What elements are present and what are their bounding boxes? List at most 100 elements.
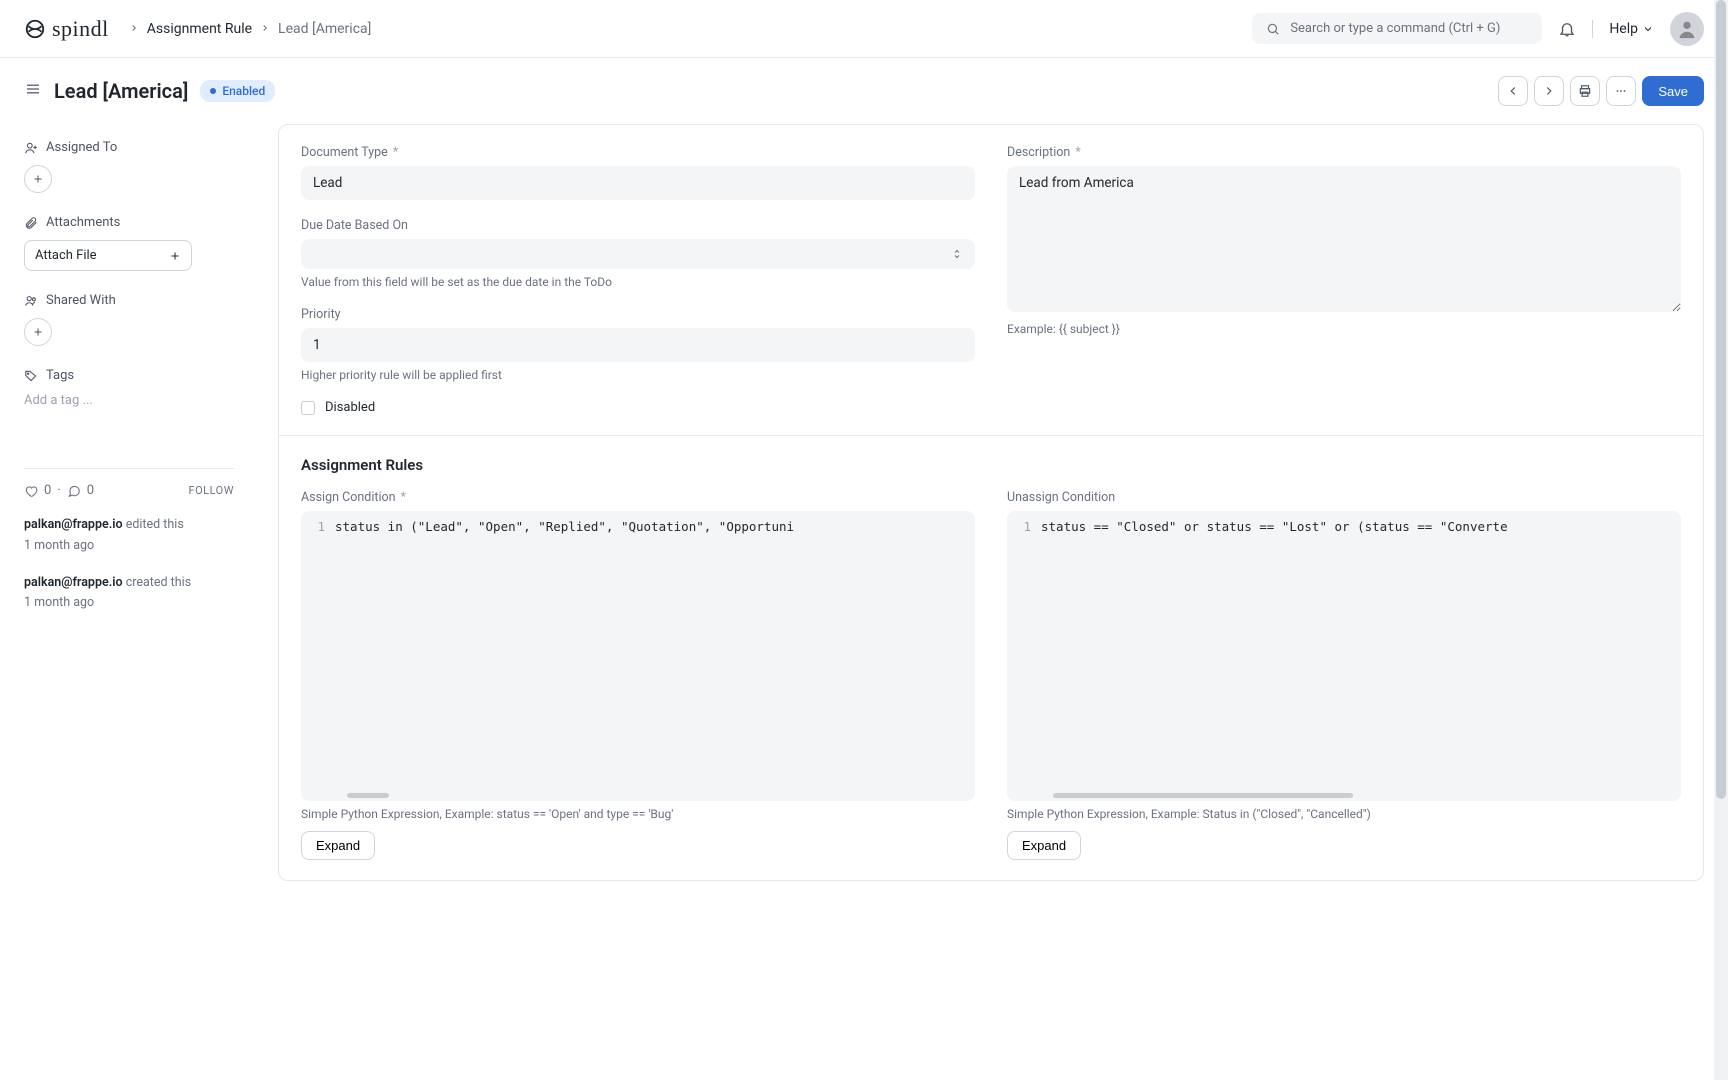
add-tag-input[interactable]: Add a tag ...: [24, 393, 234, 408]
tags-title: Tags: [24, 368, 234, 383]
engagement-row: 0 · 0 FOLLOW: [24, 468, 234, 498]
tags-label: Tags: [46, 368, 74, 383]
scrollbar-thumb[interactable]: [1053, 793, 1353, 798]
bell-icon: [1558, 20, 1576, 38]
code-content: status == "Closed" or status == "Lost" o…: [1041, 519, 1508, 534]
logo-icon: [24, 18, 46, 40]
form-section-rules: Assignment Rules Assign Condition * 1 st…: [279, 435, 1703, 880]
timeline-time: 1 month ago: [24, 537, 234, 556]
attachments-section: Attachments Attach File: [24, 215, 234, 271]
breadcrumb-parent[interactable]: Assignment Rule: [147, 21, 252, 37]
timeline-time: 1 month ago: [24, 594, 234, 613]
separator-dot: ·: [57, 483, 60, 498]
prev-button[interactable]: [1498, 76, 1528, 106]
scrollbar-horizontal[interactable]: [1015, 793, 1673, 798]
attach-file-label: Attach File: [35, 248, 97, 263]
search-placeholder: Search or type a command (Ctrl + G): [1290, 21, 1500, 36]
document-type-input[interactable]: [301, 166, 975, 200]
avatar[interactable]: [1670, 12, 1704, 46]
more-button[interactable]: [1606, 76, 1636, 106]
attachments-title: Attachments: [24, 215, 234, 230]
page-title: Lead [America]: [54, 79, 188, 103]
shared-with-label: Shared With: [46, 293, 116, 308]
breadcrumb: Assignment Rule Lead [America]: [121, 21, 372, 37]
plus-icon: [32, 326, 44, 338]
attach-file-button[interactable]: Attach File: [24, 240, 192, 271]
brand-text: spindl: [52, 16, 109, 42]
scrollbar-thumb[interactable]: [1716, 0, 1726, 799]
unassign-condition-field: Unassign Condition 1 status == "Closed" …: [1007, 490, 1681, 860]
assign-expand-button[interactable]: Expand: [301, 831, 375, 860]
unassign-expand-button[interactable]: Expand: [1007, 831, 1081, 860]
chevron-down-icon: [1642, 23, 1654, 35]
user-plus-icon: [24, 141, 38, 155]
document-type-field: Document Type *: [301, 145, 975, 200]
shared-with-title: Shared With: [24, 293, 234, 308]
select-icon: [951, 248, 963, 260]
form-section-main: Document Type * Due Date Based On Value …: [279, 125, 1703, 435]
description-field: Description * Example: {{ subject }}: [1007, 145, 1681, 336]
assigned-to-title: Assigned To: [24, 140, 234, 155]
plus-icon: [169, 250, 181, 262]
assign-condition-field: Assign Condition * 1 status in ("Lead", …: [301, 490, 975, 860]
timeline-item: palkan@frappe.io edited this 1 month ago: [24, 516, 234, 556]
scrollbar-thumb[interactable]: [347, 793, 389, 798]
timeline-item: palkan@frappe.io created this 1 month ag…: [24, 574, 234, 614]
assigned-to-section: Assigned To: [24, 140, 234, 193]
description-help: Example: {{ subject }}: [1007, 322, 1681, 336]
tag-icon: [24, 369, 38, 383]
document-type-label: Document Type *: [301, 145, 975, 160]
next-button[interactable]: [1534, 76, 1564, 106]
tags-section: Tags Add a tag ...: [24, 368, 234, 408]
divider: [1592, 20, 1593, 38]
priority-field: Priority Higher priority rule will be ap…: [301, 307, 975, 382]
code-content: status in ("Lead", "Open", "Replied", "Q…: [335, 519, 794, 534]
scrollbar-horizontal[interactable]: [309, 793, 967, 798]
status-badge[interactable]: Enabled: [200, 80, 275, 102]
printer-icon: [1578, 84, 1592, 98]
menu-icon: [24, 80, 42, 98]
timeline-action: created this: [126, 575, 191, 590]
rules-section-title: Assignment Rules: [301, 456, 1681, 474]
save-button[interactable]: Save: [1642, 76, 1704, 106]
due-date-label: Due Date Based On: [301, 218, 975, 233]
line-number: 1: [1007, 519, 1041, 534]
unassign-condition-editor[interactable]: 1 status == "Closed" or status == "Lost"…: [1007, 511, 1681, 801]
add-share-button[interactable]: [24, 318, 52, 346]
assign-condition-editor[interactable]: 1 status in ("Lead", "Open", "Replied", …: [301, 511, 975, 801]
add-assignee-button[interactable]: [24, 165, 52, 193]
priority-help: Higher priority rule will be applied fir…: [301, 368, 975, 382]
unassign-help: Simple Python Expression, Example: Statu…: [1007, 807, 1681, 821]
follow-button[interactable]: FOLLOW: [189, 484, 234, 497]
logo[interactable]: spindl: [24, 16, 109, 42]
likes-count: 0: [44, 483, 51, 498]
due-date-select[interactable]: [301, 239, 975, 269]
user-icon: [1676, 18, 1698, 40]
sidebar: Assigned To Attachments Attach File Shar…: [24, 124, 234, 881]
paperclip-icon: [24, 216, 38, 230]
print-button[interactable]: [1570, 76, 1600, 106]
heart-icon[interactable]: [24, 484, 38, 498]
search-input[interactable]: Search or type a command (Ctrl + G): [1252, 13, 1542, 44]
comment-icon[interactable]: [67, 484, 81, 498]
page-head: Lead [America] Enabled Save: [0, 58, 1728, 124]
due-date-field: Due Date Based On Value from this field …: [301, 218, 975, 289]
help-button[interactable]: Help: [1609, 21, 1654, 37]
scrollbar-vertical[interactable]: [1714, 0, 1728, 1080]
search-icon: [1266, 22, 1280, 36]
layout: Assigned To Attachments Attach File Shar…: [0, 124, 1728, 921]
timeline-user: palkan@frappe.io: [24, 517, 123, 532]
chevron-right-icon: [129, 21, 139, 37]
description-input[interactable]: [1007, 166, 1681, 312]
dots-icon: [1614, 84, 1628, 98]
sidebar-toggle[interactable]: [24, 80, 42, 102]
form-card: Document Type * Due Date Based On Value …: [278, 124, 1704, 881]
shared-with-section: Shared With: [24, 293, 234, 346]
priority-label: Priority: [301, 307, 975, 322]
plus-icon: [32, 173, 44, 185]
notifications-button[interactable]: [1558, 20, 1576, 38]
priority-input[interactable]: [301, 328, 975, 362]
line-number: 1: [301, 519, 335, 534]
chevron-left-icon: [1506, 84, 1520, 98]
disabled-field[interactable]: Disabled: [301, 400, 975, 415]
